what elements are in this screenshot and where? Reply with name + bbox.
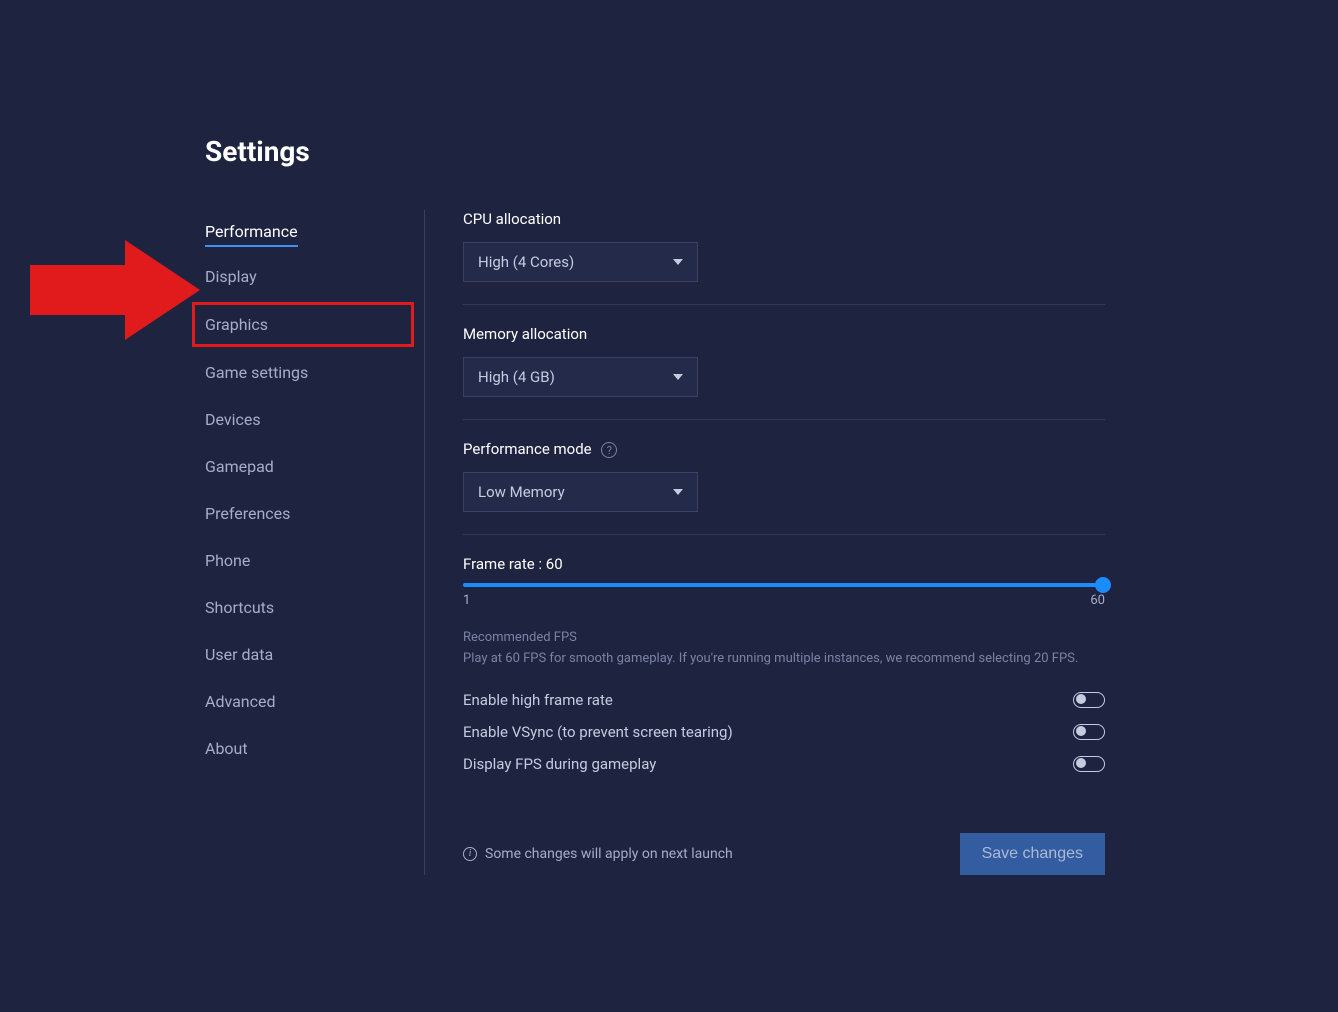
sidebar-item-graphics[interactable]: Graphics bbox=[205, 311, 401, 338]
recommended-fps-label: Recommended FPS bbox=[463, 630, 1105, 645]
sidebar-item-user-data[interactable]: User data bbox=[205, 637, 404, 672]
toggle-knob bbox=[1076, 758, 1086, 768]
sidebar-item-devices[interactable]: Devices bbox=[205, 402, 404, 437]
notice-text: Some changes will apply on next launch bbox=[485, 846, 733, 862]
enable-vsync-toggle[interactable] bbox=[1073, 724, 1105, 740]
enable-vsync-label: Enable VSync (to prevent screen tearing) bbox=[463, 723, 733, 741]
enable-high-frame-rate-toggle[interactable] bbox=[1073, 692, 1105, 708]
chevron-down-icon bbox=[673, 374, 683, 380]
help-icon[interactable]: ? bbox=[601, 442, 617, 458]
sidebar-item-performance[interactable]: Performance bbox=[205, 214, 298, 247]
display-fps-toggle[interactable] bbox=[1073, 756, 1105, 772]
recommended-fps-body: Play at 60 FPS for smooth gameplay. If y… bbox=[463, 649, 1105, 669]
toggle-knob bbox=[1076, 726, 1086, 736]
settings-sidebar: Performance Display Graphics Game settin… bbox=[205, 210, 425, 875]
sidebar-item-about[interactable]: About bbox=[205, 731, 404, 766]
sidebar-item-game-settings[interactable]: Game settings bbox=[205, 355, 404, 390]
chevron-down-icon bbox=[673, 259, 683, 265]
divider bbox=[463, 304, 1105, 305]
divider bbox=[463, 534, 1105, 535]
enable-high-frame-rate-label: Enable high frame rate bbox=[463, 691, 613, 709]
slider-thumb[interactable] bbox=[1095, 577, 1111, 593]
cpu-allocation-select[interactable]: High (4 Cores) bbox=[463, 242, 698, 282]
frame-rate-min: 1 bbox=[463, 593, 470, 608]
cpu-allocation-value: High (4 Cores) bbox=[478, 253, 574, 271]
frame-rate-range: 1 60 bbox=[463, 593, 1105, 608]
cpu-allocation-label: CPU allocation bbox=[463, 210, 1105, 228]
sidebar-item-preferences[interactable]: Preferences bbox=[205, 496, 404, 531]
memory-allocation-select[interactable]: High (4 GB) bbox=[463, 357, 698, 397]
main-panel: CPU allocation High (4 Cores) Memory all… bbox=[425, 210, 1105, 875]
frame-rate-max: 60 bbox=[1090, 593, 1105, 608]
performance-mode-value: Low Memory bbox=[478, 483, 565, 501]
chevron-down-icon bbox=[673, 489, 683, 495]
sidebar-item-gamepad[interactable]: Gamepad bbox=[205, 449, 404, 484]
sidebar-item-display[interactable]: Display bbox=[205, 259, 404, 294]
performance-mode-select[interactable]: Low Memory bbox=[463, 472, 698, 512]
sidebar-item-advanced[interactable]: Advanced bbox=[205, 684, 404, 719]
save-changes-button[interactable]: Save changes bbox=[960, 833, 1105, 875]
highlight-box: Graphics bbox=[192, 302, 414, 347]
sidebar-item-shortcuts[interactable]: Shortcuts bbox=[205, 590, 404, 625]
display-fps-label: Display FPS during gameplay bbox=[463, 755, 656, 773]
toggle-knob bbox=[1076, 694, 1086, 704]
sidebar-item-phone[interactable]: Phone bbox=[205, 543, 404, 578]
performance-mode-label: Performance mode ? bbox=[463, 440, 1105, 458]
frame-rate-slider[interactable] bbox=[463, 583, 1105, 587]
frame-rate-label: Frame rate : 60 bbox=[463, 555, 1105, 573]
divider bbox=[463, 419, 1105, 420]
info-icon: i bbox=[463, 847, 477, 861]
memory-allocation-value: High (4 GB) bbox=[478, 368, 555, 386]
page-title: Settings bbox=[205, 135, 1338, 168]
memory-allocation-label: Memory allocation bbox=[463, 325, 1105, 343]
